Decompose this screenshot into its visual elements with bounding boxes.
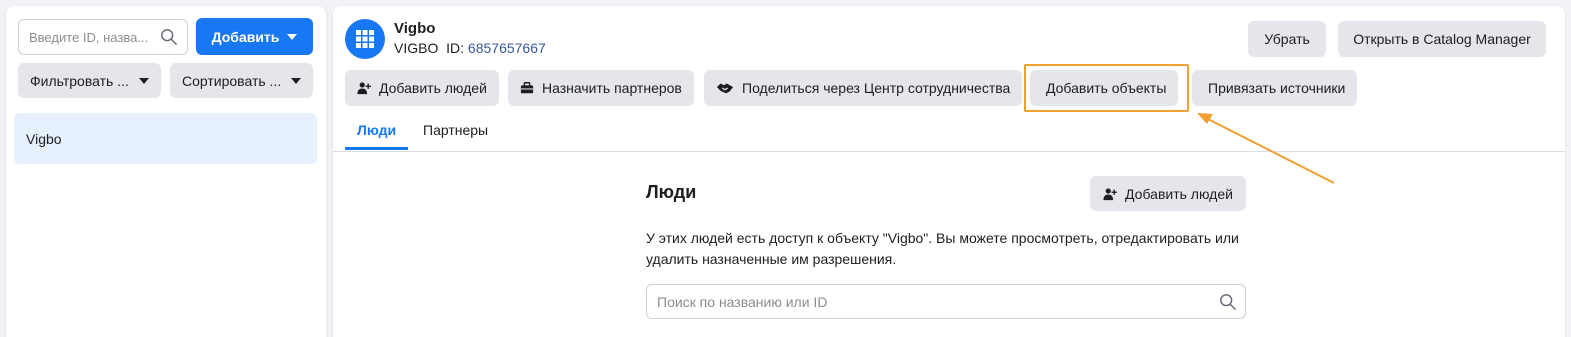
tab-people[interactable]: Люди <box>357 122 396 138</box>
filter-button-label: Фильтровать ... <box>30 72 129 89</box>
asset-list-item-label: Vigbo <box>26 130 62 147</box>
chevron-down-icon <box>287 33 298 40</box>
link-sources-button[interactable]: Привязать источники <box>1192 70 1358 106</box>
remove-button-label: Убрать <box>1264 31 1310 47</box>
people-search-box[interactable] <box>646 284 1246 319</box>
asset-search-box[interactable] <box>18 19 188 55</box>
sort-button[interactable]: Сортировать ... <box>170 63 313 98</box>
chevron-down-icon <box>291 77 301 84</box>
asset-list-item-vigbo[interactable]: Vigbo <box>14 113 317 164</box>
open-catalog-manager-button[interactable]: Открыть в Catalog Manager <box>1338 21 1546 57</box>
people-section-description: У этих людей есть доступ к объекту "Vigb… <box>646 230 1239 267</box>
add-people-button[interactable]: Добавить людей <box>345 70 499 106</box>
filter-button[interactable]: Фильтровать ... <box>18 63 161 98</box>
add-asset-button-label: Добавить <box>211 28 280 45</box>
asset-list-panel: Добавить Фильтровать ... Сортировать ...… <box>6 6 326 337</box>
briefcase-icon <box>520 82 534 94</box>
people-search-input[interactable] <box>647 285 1207 318</box>
handshake-icon <box>716 83 734 94</box>
people-section-title: Люди <box>646 182 697 202</box>
remove-button[interactable]: Убрать <box>1248 21 1326 57</box>
chevron-down-icon <box>139 77 149 84</box>
asset-header: Vigbo VIGBO ID: 6857657667 Убрать Открыт… <box>333 6 1565 152</box>
link-sources-label: Привязать источники <box>1208 80 1346 96</box>
share-collab-center-label: Поделиться через Центр сотрудничества <box>742 80 1011 96</box>
sort-button-label: Сортировать ... <box>182 72 282 89</box>
assign-partners-label: Назначить партнеров <box>542 80 682 96</box>
asset-meta: VIGBO ID: 6857657667 <box>394 40 546 56</box>
add-person-icon <box>357 82 371 95</box>
add-asset-button[interactable]: Добавить <box>196 18 313 55</box>
add-people-label: Добавить людей <box>379 80 487 96</box>
people-add-button[interactable]: Добавить людей <box>1090 176 1246 211</box>
tab-partners[interactable]: Партнеры <box>423 122 488 138</box>
asset-id-label: ID: <box>446 40 465 56</box>
asset-type: VIGBO <box>394 40 439 56</box>
search-icon[interactable] <box>160 28 178 46</box>
people-add-button-label: Добавить людей <box>1125 185 1233 202</box>
asset-search-input[interactable] <box>19 20 149 54</box>
active-tab-indicator <box>345 147 408 150</box>
grid-icon <box>345 19 385 59</box>
add-assets-highlight <box>1024 64 1189 112</box>
asset-title: Vigbo <box>394 20 436 37</box>
search-icon[interactable] <box>1219 293 1237 311</box>
share-collab-center-button[interactable]: Поделиться через Центр сотрудничества <box>704 70 1023 106</box>
asset-id-value[interactable]: 6857657667 <box>468 40 546 56</box>
open-catalog-manager-label: Открыть в Catalog Manager <box>1353 31 1531 47</box>
asset-detail-panel: Vigbo VIGBO ID: 6857657667 Убрать Открыт… <box>333 6 1565 337</box>
add-person-icon <box>1103 187 1117 200</box>
assign-partners-button[interactable]: Назначить партнеров <box>508 70 694 106</box>
